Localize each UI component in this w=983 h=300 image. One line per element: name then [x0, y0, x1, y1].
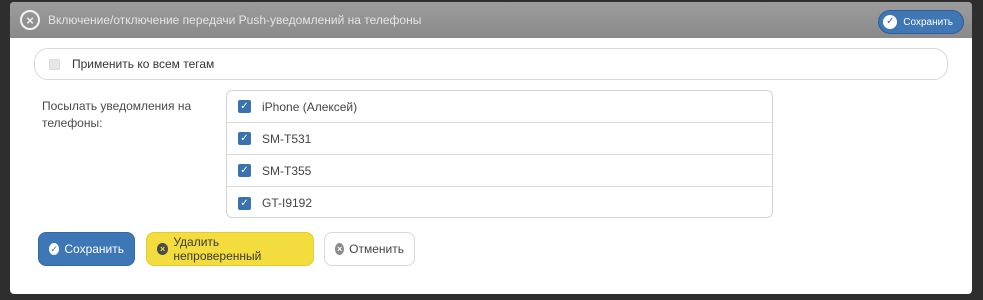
phone-label: SM-T355 — [262, 163, 312, 178]
x-circle-icon: × — [157, 243, 169, 255]
apply-all-label: Применить ко всем тегам — [72, 57, 215, 71]
push-notifications-dialog: × Включение/отключение передачи Push-уве… — [10, 2, 972, 294]
save-button[interactable]: ✓ Сохранить — [38, 232, 135, 266]
phone-list: ✓ iPhone (Алексей) ✓ SM-T531 ✓ SM-T355 ✓… — [226, 90, 773, 218]
save-button-label: Сохранить — [64, 242, 124, 256]
phone-checkbox[interactable]: ✓ — [238, 132, 251, 145]
cancel-button-label: Отменить — [349, 242, 404, 256]
phone-label: GT-I9192 — [262, 196, 313, 210]
phone-checkbox[interactable]: ✓ — [238, 100, 251, 113]
phone-label: iPhone (Алексей) — [262, 99, 358, 114]
close-icon[interactable]: × — [20, 10, 40, 30]
send-to-phones-label: Посылать уведомления на телефоны: — [42, 99, 192, 130]
phone-item-sm-t531[interactable]: ✓ SM-T531 — [227, 123, 772, 155]
phone-item-sm-t355[interactable]: ✓ SM-T355 — [227, 155, 772, 187]
cancel-button[interactable]: × Отменить — [324, 232, 415, 266]
dialog-titlebar: × Включение/отключение передачи Push-уве… — [10, 2, 972, 38]
delete-unverified-button[interactable]: × Удалить непроверенный — [146, 232, 314, 266]
phone-item-gt-i9192[interactable]: ✓ GT-I9192 — [227, 187, 772, 219]
delete-button-label: Удалить непроверенный — [173, 235, 262, 263]
phone-checkbox[interactable]: ✓ — [238, 164, 251, 177]
phone-label: SM-T531 — [262, 131, 312, 146]
phone-item-iphone[interactable]: ✓ iPhone (Алексей) — [227, 91, 772, 123]
titlebar-save-label: Сохранить — [903, 16, 953, 28]
check-circle-icon: ✓ — [883, 15, 898, 29]
apply-all-row[interactable]: Применить ко всем тегам — [34, 48, 948, 80]
check-circle-icon: ✓ — [49, 243, 60, 255]
dialog-title: Включение/отключение передачи Push-уведо… — [48, 13, 422, 27]
titlebar-save-button[interactable]: ✓ Сохранить — [878, 10, 964, 34]
apply-all-checkbox[interactable] — [49, 58, 60, 70]
x-circle-icon: × — [335, 243, 345, 255]
phone-checkbox[interactable]: ✓ — [238, 196, 251, 210]
